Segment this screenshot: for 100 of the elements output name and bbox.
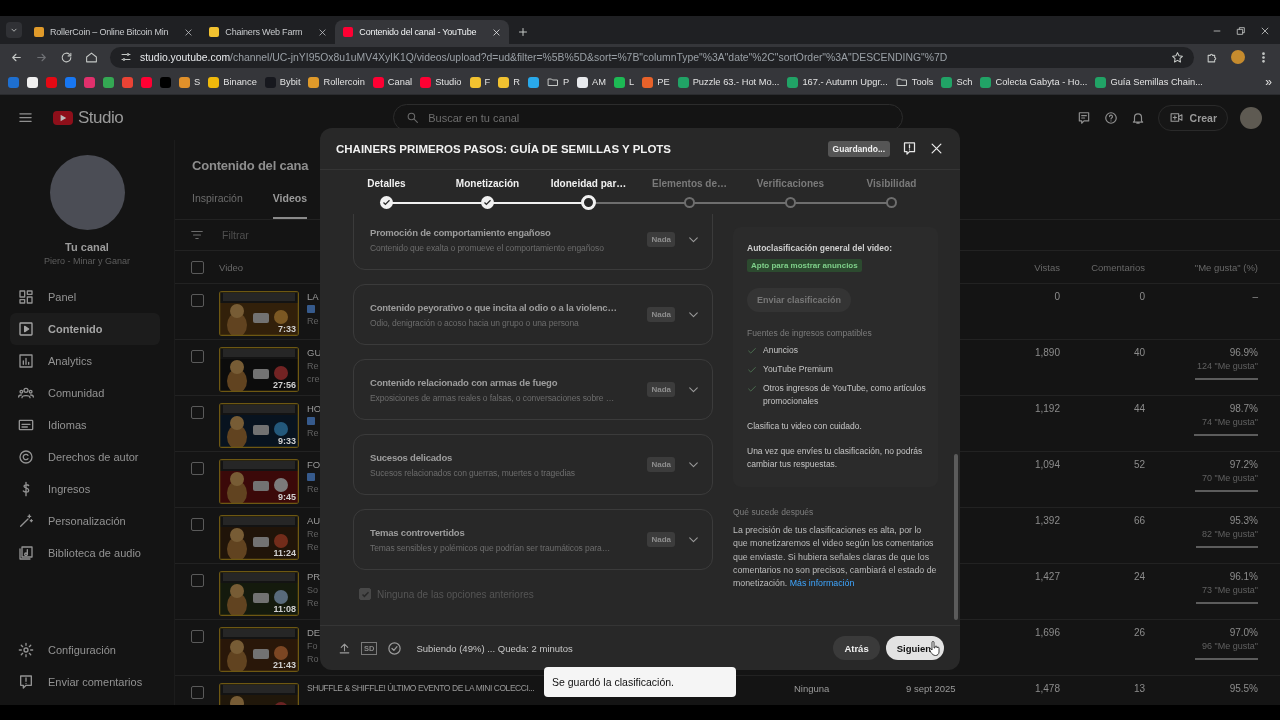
category-title: Promoción de comportamiento engañoso	[370, 226, 552, 238]
sidebar-item[interactable]: Enviar comentarios	[10, 666, 160, 698]
bookmark-icon[interactable]	[27, 76, 38, 88]
home-icon[interactable]	[85, 50, 98, 64]
bookmark[interactable]: Guía Semillas Chain...	[1095, 76, 1203, 88]
comment-icon[interactable]	[1076, 110, 1091, 125]
sidebar-item[interactable]: Configuración	[10, 634, 160, 666]
reload-icon[interactable]	[60, 50, 73, 64]
bookmark[interactable]: 167.- Autumn Upgr...	[787, 76, 888, 88]
browser-tab[interactable]: Chainers Web Farm	[201, 20, 336, 44]
bookmark[interactable]: R	[498, 76, 520, 88]
address-bar[interactable]: studio.youtube.com/channel/UC-jnYI95Ox8u1uMV4XyIK1Q/videos/upload?d=ud&filter=%5B%5D&sort=%7B"columnType"%3A"date"%2C"sortOrder"%3A"DESCENDING"%7D	[110, 46, 1194, 68]
more-info-link[interactable]: Más información	[789, 578, 855, 589]
restore-icon[interactable]	[1236, 26, 1246, 36]
site-info-icon[interactable]	[120, 51, 132, 63]
row-checkbox[interactable]	[190, 462, 204, 475]
close-icon[interactable]	[184, 27, 194, 37]
video-title[interactable]: FO	[307, 459, 321, 470]
bookmark[interactable]: AM	[577, 76, 607, 88]
sidebar-item[interactable]: Contenido	[10, 313, 160, 345]
bookmark[interactable]: Sch	[941, 76, 973, 88]
bookmark-icon[interactable]	[527, 76, 539, 88]
scrollbar-thumb[interactable]	[954, 454, 958, 620]
step-label[interactable]: Monetización	[455, 178, 520, 191]
sidebar-item[interactable]: Personalización	[10, 505, 160, 537]
close-icon[interactable]	[492, 27, 502, 37]
filter-icon[interactable]	[190, 228, 204, 242]
bookmark[interactable]: Bybit	[264, 76, 301, 88]
bookmark[interactable]: Rollercoin	[308, 76, 365, 88]
row-checkbox[interactable]	[190, 630, 204, 643]
table-cell-text: 1,696	[1033, 627, 1060, 638]
row-checkbox[interactable]	[190, 518, 204, 531]
row-checkbox[interactable]	[190, 574, 204, 587]
table-cell-text: 1,427	[1033, 571, 1060, 582]
sidebar-item[interactable]: Analytics	[10, 345, 160, 377]
bookmark[interactable]: F	[469, 76, 491, 88]
like-percentage: 97.0%	[1229, 627, 1258, 638]
menu-icon[interactable]	[18, 110, 33, 125]
sidebar-item[interactable]: Ingresos	[10, 473, 160, 505]
bookmark[interactable]: P	[546, 76, 570, 88]
row-checkbox[interactable]	[190, 686, 204, 699]
video-description: So	[307, 585, 318, 595]
select-all-checkbox[interactable]	[190, 260, 204, 274]
profile-avatar[interactable]	[1231, 50, 1245, 64]
browser-tab[interactable]: RollerCoin – Online Bitcoin Min	[26, 20, 202, 44]
sidebar-item[interactable]: Panel	[10, 281, 160, 313]
video-title[interactable]: PR	[307, 571, 321, 582]
table-cell-text: 1,478	[1033, 683, 1060, 694]
back-button[interactable]: Atrás	[833, 636, 880, 660]
category-title: Sucesos delicados	[370, 451, 454, 463]
row-checkbox[interactable]	[190, 294, 204, 307]
page-tab[interactable]: Inspiración	[192, 190, 243, 219]
studio-logo-text: Studio	[78, 107, 124, 128]
emoji-icon	[307, 417, 315, 425]
avatar[interactable]	[1240, 106, 1262, 129]
like-percentage: 96.1%	[1229, 571, 1258, 582]
bookmark[interactable]: Colecta Gabyta - Ho...	[980, 76, 1088, 88]
table-cell-text: 1,392	[1033, 515, 1060, 526]
star-icon[interactable]	[1171, 50, 1184, 64]
bookmark[interactable]: Tools	[895, 76, 934, 88]
create-button[interactable]: Crear	[1157, 104, 1228, 131]
next-button[interactable]: Siguien	[885, 636, 944, 660]
search-icon	[406, 111, 420, 124]
sidebar-item[interactable]: Biblioteca de audio	[10, 537, 160, 569]
row-checkbox[interactable]	[190, 406, 204, 419]
close-icon[interactable]	[929, 141, 944, 156]
feedback-icon[interactable]	[902, 141, 917, 156]
bar-chart-icon	[18, 353, 34, 369]
help-icon[interactable]	[1103, 110, 1118, 125]
revenue-heading: Fuentes de ingresos compatibles	[747, 328, 873, 338]
bookmark[interactable]: Studio	[420, 76, 462, 88]
row-checkbox[interactable]	[190, 350, 204, 363]
more-bookmarks-button[interactable]: »	[1265, 75, 1272, 89]
step-label[interactable]: Detalles	[367, 178, 406, 191]
close-icon[interactable]	[318, 27, 328, 37]
video-duration: 11:24	[273, 548, 296, 558]
toast-message: Se guardó la clasificación.	[544, 667, 736, 697]
bookmark[interactable]: Canal	[372, 76, 413, 88]
sidebar-item[interactable]: Derechos de autor	[10, 441, 160, 473]
video-title[interactable]: LA	[307, 291, 319, 302]
bookmark[interactable]: L	[614, 76, 635, 88]
filter-field[interactable]: Filtrar	[220, 228, 290, 242]
bookmark[interactable]: PE	[642, 76, 670, 88]
browser-tab[interactable]: Contenido del canal - YouTube	[335, 20, 510, 44]
table-cell-text: 52	[1132, 459, 1145, 470]
step-label[interactable]: Idoneidad par…	[550, 178, 627, 191]
video-title[interactable]: AU	[307, 515, 321, 526]
bookmark[interactable]: Binance	[208, 76, 257, 88]
subtitles-icon	[18, 417, 34, 433]
bookmark[interactable]: Puzzle 63.- Hot Mo...	[677, 76, 780, 88]
close-icon[interactable]	[1260, 26, 1270, 36]
bookmark[interactable]: S	[179, 76, 201, 88]
page-tab[interactable]: Videos	[272, 190, 308, 219]
sidebar-item[interactable]: Idiomas	[10, 409, 160, 441]
video-title[interactable]: DE	[307, 627, 321, 638]
bell-icon[interactable]	[1130, 110, 1145, 125]
category-card[interactable]: Temas controvertidos Temas sensibles y polémicos que podrían ser traumáticos para… Nada	[353, 509, 713, 570]
sidebar-item[interactable]: Comunidad	[10, 377, 160, 409]
table-cell-text: 66	[1132, 515, 1145, 526]
plus-icon[interactable]	[517, 26, 530, 38]
